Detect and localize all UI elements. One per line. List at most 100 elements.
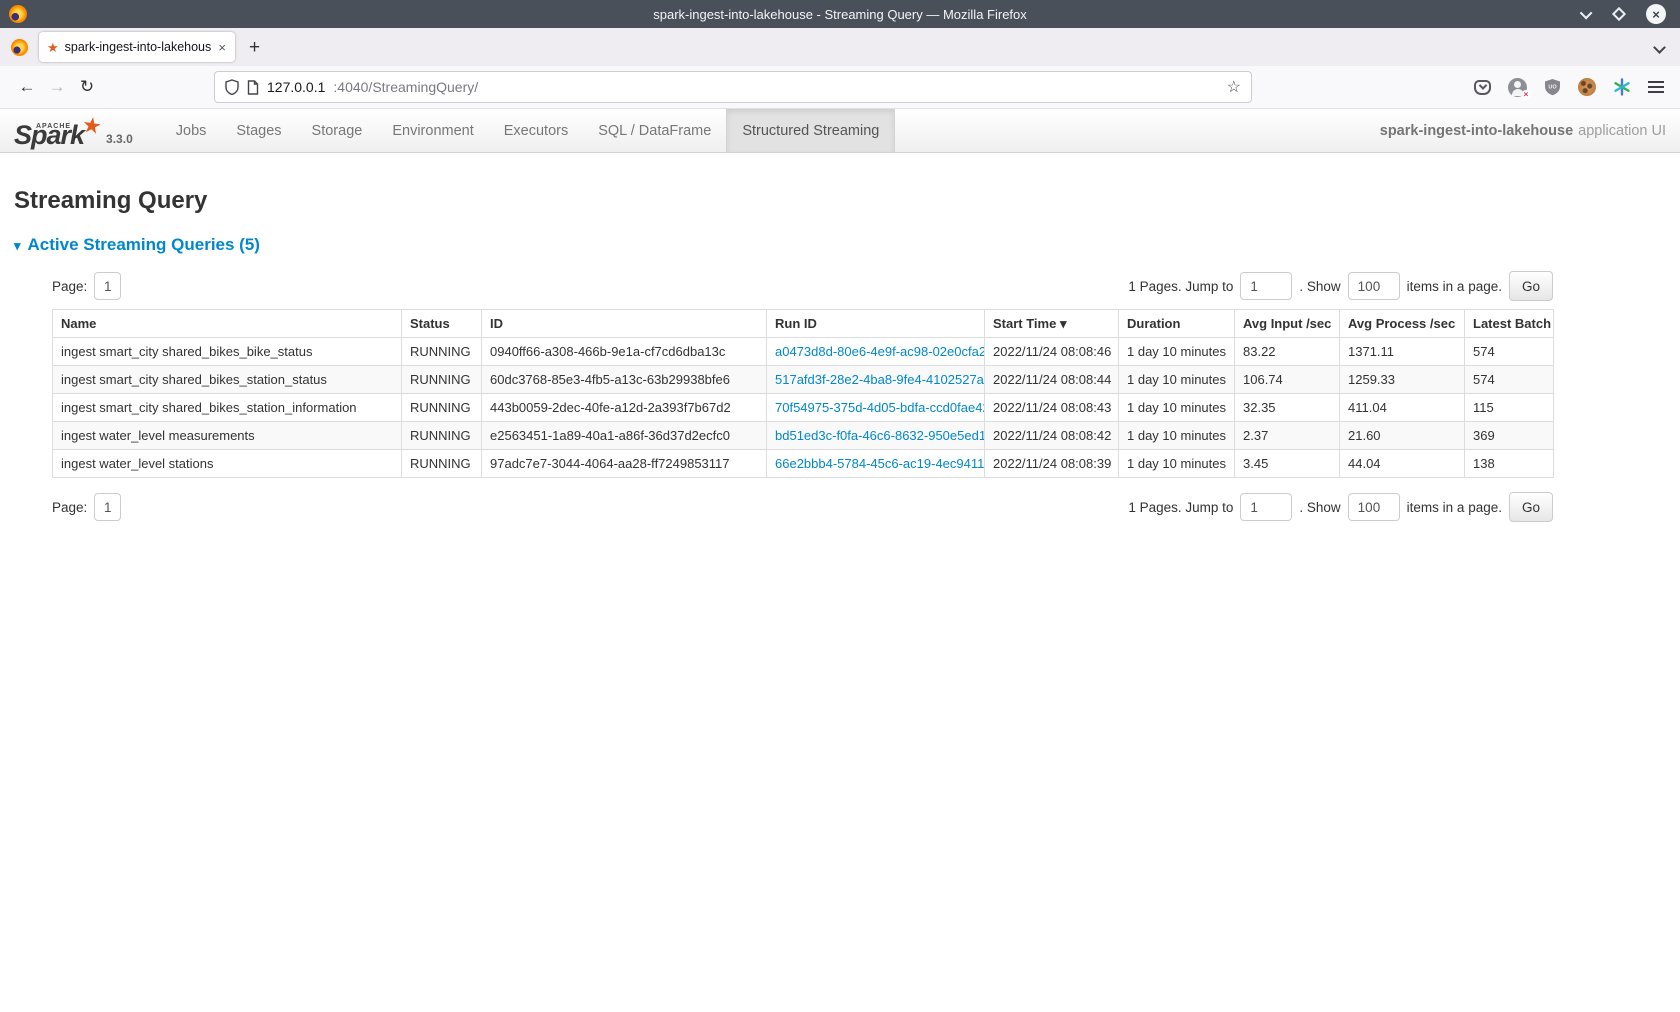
- column-header[interactable]: Avg Input /sec: [1235, 310, 1340, 338]
- cell-start-time: 2022/11/24 08:08:46: [985, 338, 1119, 366]
- spark-logo[interactable]: APACHE Spark ★ 3.3.0: [14, 109, 133, 152]
- shield-icon: [225, 79, 239, 95]
- firefox-icon: [9, 5, 27, 23]
- window-close-icon[interactable]: ×: [1646, 4, 1666, 24]
- back-button[interactable]: ←: [12, 77, 42, 97]
- container-profile-icon[interactable]: ×: [1508, 78, 1527, 97]
- run-id-link[interactable]: 66e2bbb4-5784-45c6-ac19-4ec9411c6f25: [775, 456, 985, 471]
- cell-status: RUNNING: [402, 450, 482, 478]
- run-id-link[interactable]: a0473d8d-80e6-4e9f-ac98-02e0cfa283dd: [775, 344, 985, 359]
- spark-nav-tab[interactable]: Executors: [489, 109, 583, 152]
- spark-nav-tab[interactable]: Storage: [297, 109, 378, 152]
- collapse-arrow-icon: ▾: [14, 238, 21, 253]
- page-icon: [247, 80, 259, 95]
- jump-to-input[interactable]: [1240, 493, 1292, 521]
- asterisk-extension-icon[interactable]: [1613, 78, 1631, 96]
- spark-nav-tab[interactable]: Stages: [221, 109, 296, 152]
- cell-run-id: 66e2bbb4-5784-45c6-ac19-4ec9411c6f25: [767, 450, 985, 478]
- page-number-input[interactable]: [94, 272, 121, 300]
- cell-name: ingest smart_city shared_bikes_station_i…: [53, 394, 402, 422]
- table-row: ingest water_level measurements RUNNING …: [53, 422, 1554, 450]
- pages-summary: 1 Pages. Jump to: [1128, 279, 1233, 294]
- svg-text:UO: UO: [1548, 85, 1557, 91]
- cell-id: 0940ff66-a308-466b-9e1a-cf7cd6dba13c: [482, 338, 767, 366]
- application-id: spark-ingest-into-lakehouse application …: [1380, 109, 1666, 152]
- blocked-badge-icon: ×: [1521, 90, 1531, 100]
- pagination-bottom: Page: 1 Pages. Jump to . Show items in a…: [52, 492, 1553, 522]
- page-label: Page:: [52, 500, 87, 515]
- active-queries-heading: Active Streaming Queries (5): [28, 235, 260, 254]
- reload-button[interactable]: ↻: [72, 77, 102, 97]
- items-label: items in a page.: [1407, 500, 1502, 515]
- go-button[interactable]: Go: [1509, 271, 1553, 301]
- table-header-row: NameStatusIDRun IDStart Time ▾DurationAv…: [53, 310, 1554, 338]
- cell-latest-batch: 574: [1465, 338, 1554, 366]
- items-per-page-input[interactable]: [1348, 272, 1400, 300]
- column-header[interactable]: ID: [482, 310, 767, 338]
- list-tabs-icon[interactable]: [1653, 41, 1666, 54]
- cell-id: 60dc3768-85e3-4fb5-a13c-63b29938bfe6: [482, 366, 767, 394]
- active-queries-section: Page: 1 Pages. Jump to . Show items in a…: [52, 271, 1553, 522]
- cell-status: RUNNING: [402, 366, 482, 394]
- url-path: :4040/StreamingQuery/: [333, 79, 478, 95]
- column-header[interactable]: Run ID: [767, 310, 985, 338]
- pocket-icon[interactable]: [1474, 80, 1491, 95]
- cell-avg-process: 1259.33: [1340, 366, 1465, 394]
- active-queries-toggle[interactable]: ▾ Active Streaming Queries (5): [14, 235, 1666, 255]
- application-ui-suffix: application UI: [1578, 123, 1666, 139]
- page-number-input[interactable]: [94, 493, 121, 521]
- show-label: . Show: [1299, 279, 1340, 294]
- window-minimize-icon[interactable]: [1580, 6, 1593, 19]
- table-row: ingest water_level stations RUNNING 97ad…: [53, 450, 1554, 478]
- cell-avg-input: 83.22: [1235, 338, 1340, 366]
- pagination-top: Page: 1 Pages. Jump to . Show items in a…: [52, 271, 1553, 301]
- cell-latest-batch: 574: [1465, 366, 1554, 394]
- cell-latest-batch: 115: [1465, 394, 1554, 422]
- window-maximize-icon[interactable]: [1612, 7, 1626, 21]
- spark-favicon-icon: ★: [47, 41, 59, 54]
- spark-nav-tab[interactable]: Environment: [377, 109, 488, 152]
- cell-start-time: 2022/11/24 08:08:39: [985, 450, 1119, 478]
- bookmark-star-icon[interactable]: ☆: [1227, 77, 1241, 97]
- cell-run-id: 70f54975-375d-4d05-bdfa-ccd0fae42821: [767, 394, 985, 422]
- cell-avg-input: 3.45: [1235, 450, 1340, 478]
- column-header[interactable]: Status: [402, 310, 482, 338]
- spark-nav-tab[interactable]: Structured Streaming: [726, 109, 895, 152]
- cell-id: e2563451-1a89-40a1-a86f-36d37d2ecfc0: [482, 422, 767, 450]
- tab-close-icon[interactable]: ×: [217, 41, 227, 54]
- table-row: ingest smart_city shared_bikes_station_s…: [53, 366, 1554, 394]
- run-id-link[interactable]: 517afd3f-28e2-4ba8-9fe4-4102527a3277: [775, 372, 985, 387]
- cell-latest-batch: 369: [1465, 422, 1554, 450]
- go-button[interactable]: Go: [1509, 492, 1553, 522]
- spark-nav-tab[interactable]: Jobs: [161, 109, 222, 152]
- cell-status: RUNNING: [402, 422, 482, 450]
- run-id-link[interactable]: 70f54975-375d-4d05-bdfa-ccd0fae42821: [775, 400, 985, 415]
- cell-status: RUNNING: [402, 394, 482, 422]
- cell-start-time: 2022/11/24 08:08:43: [985, 394, 1119, 422]
- ublock-shield-icon[interactable]: UO: [1544, 78, 1561, 96]
- page-title: Streaming Query: [14, 187, 1666, 215]
- cell-avg-process: 411.04: [1340, 394, 1465, 422]
- spark-nav-tab[interactable]: SQL / DataFrame: [583, 109, 726, 152]
- application-name: spark-ingest-into-lakehouse: [1380, 123, 1573, 139]
- spark-version: 3.3.0: [106, 132, 133, 146]
- run-id-link[interactable]: bd51ed3c-f0fa-46c6-8632-950e5ed1ebe3: [775, 428, 985, 443]
- cell-duration: 1 day 10 minutes: [1119, 366, 1235, 394]
- jump-to-input[interactable]: [1240, 272, 1292, 300]
- items-label: items in a page.: [1407, 279, 1502, 294]
- column-header[interactable]: Name: [53, 310, 402, 338]
- column-header[interactable]: Latest Batch: [1465, 310, 1554, 338]
- column-header[interactable]: Avg Process /sec: [1340, 310, 1465, 338]
- column-header[interactable]: Start Time ▾: [985, 310, 1119, 338]
- browser-tab[interactable]: ★ spark-ingest-into-lakehous ×: [39, 32, 235, 62]
- menu-hamburger-icon[interactable]: [1648, 81, 1664, 93]
- url-bar[interactable]: 127.0.0.1:4040/StreamingQuery/ ☆: [214, 71, 1252, 103]
- table-row: ingest smart_city shared_bikes_bike_stat…: [53, 338, 1554, 366]
- cookie-extension-icon[interactable]: [1578, 78, 1596, 96]
- cell-avg-process: 44.04: [1340, 450, 1465, 478]
- cell-name: ingest smart_city shared_bikes_bike_stat…: [53, 338, 402, 366]
- cell-id: 97adc7e7-3044-4064-aa28-ff7249853117: [482, 450, 767, 478]
- items-per-page-input[interactable]: [1348, 493, 1400, 521]
- column-header[interactable]: Duration: [1119, 310, 1235, 338]
- new-tab-button[interactable]: +: [249, 38, 260, 57]
